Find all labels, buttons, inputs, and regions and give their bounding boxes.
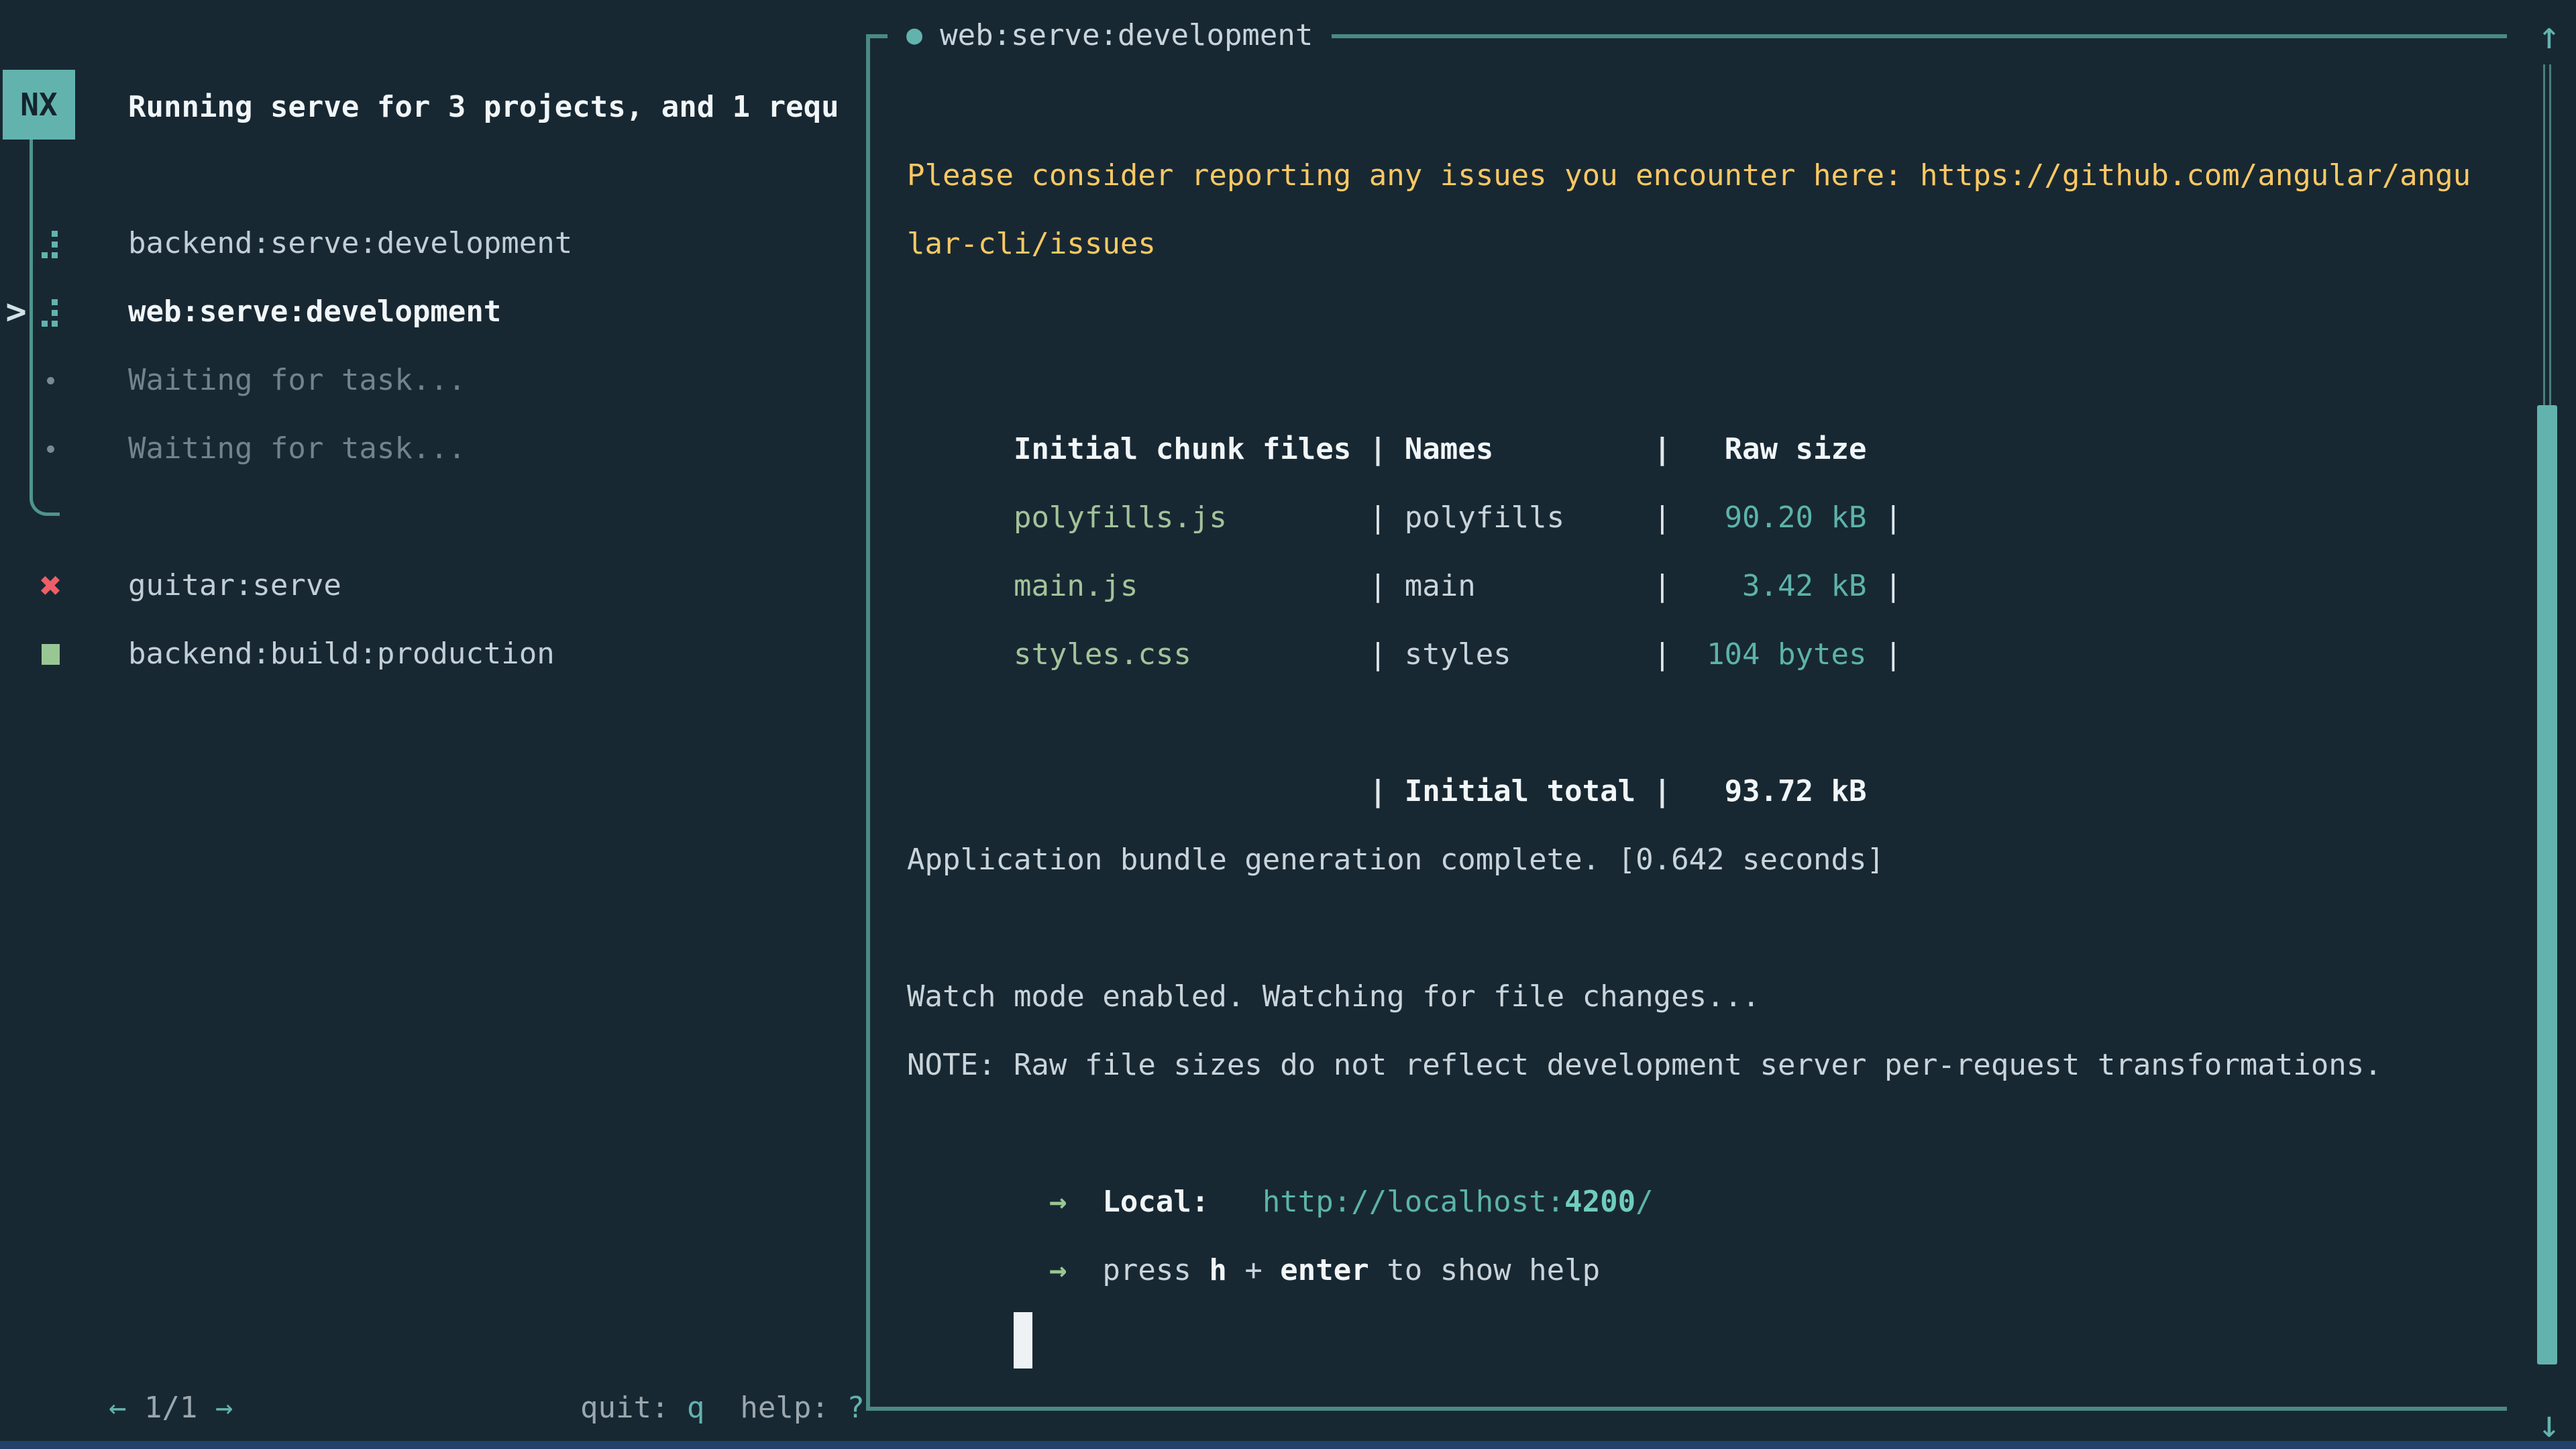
page-indicator: 1/1 bbox=[144, 1391, 197, 1425]
local-label: Local: bbox=[1102, 1185, 1209, 1219]
local-url-row: →Local:http://localhost:4200/ bbox=[907, 1099, 2504, 1168]
output-panel-title: ● web:serve:development bbox=[888, 1, 1332, 69]
column-header: Initial chunk files bbox=[1014, 415, 1369, 484]
spinner-icon bbox=[35, 209, 66, 278]
task-label: backend:build:production bbox=[128, 620, 555, 688]
chunk-size: 90.20 kB bbox=[1671, 484, 1866, 552]
task-row[interactable]: Waiting for task... bbox=[0, 346, 859, 415]
task-row[interactable]: backend:build:production bbox=[0, 620, 859, 688]
running-dot-icon: ● bbox=[906, 19, 922, 50]
chunk-name: styles bbox=[1405, 621, 1654, 689]
window-bottom-edge bbox=[0, 1441, 2576, 1449]
task-label: Waiting for task... bbox=[128, 346, 466, 415]
help-key-h: h bbox=[1209, 1253, 1227, 1287]
column-header: Raw size bbox=[1671, 415, 1866, 484]
nx-logo: NX bbox=[3, 70, 75, 140]
help-label: help: bbox=[740, 1391, 828, 1425]
nx-terminal-ui: NX Running serve for 3 projects, and 1 r… bbox=[0, 0, 2576, 1449]
failed-cross-icon: ✖ bbox=[35, 551, 66, 620]
chunk-file: main.js bbox=[1014, 552, 1369, 621]
waiting-dot-icon bbox=[35, 346, 66, 415]
quit-label: quit: bbox=[580, 1391, 669, 1425]
keyboard-hints: quit:qhelp:? bbox=[509, 1305, 865, 1374]
task-label: backend:serve:development bbox=[128, 209, 572, 278]
bundle-complete-message: Application bundle generation complete. … bbox=[907, 826, 2504, 894]
chunk-file: polyfills.js bbox=[1014, 484, 1369, 552]
prompt-arrow-icon: → bbox=[1049, 1253, 1067, 1287]
task-row[interactable]: backend:serve:development bbox=[0, 209, 859, 278]
table-header-row: Initial chunk files| Names|Raw size bbox=[907, 347, 2504, 415]
task-row[interactable]: web:serve:development bbox=[0, 278, 859, 346]
help-plus: + bbox=[1244, 1253, 1263, 1287]
note-message: NOTE: Raw file sizes do not reflect deve… bbox=[907, 1031, 2504, 1099]
help-key-enter: enter bbox=[1280, 1253, 1368, 1287]
help-hint-post: to show help bbox=[1387, 1253, 1600, 1287]
success-square-icon bbox=[35, 620, 66, 688]
help-key: ? bbox=[847, 1391, 865, 1425]
help-hint-pre: press bbox=[1102, 1253, 1191, 1287]
chunk-file: styles.css bbox=[1014, 621, 1369, 689]
chunk-name: polyfills bbox=[1405, 484, 1654, 552]
task-row[interactable]: ✖ guitar:serve bbox=[0, 551, 859, 620]
prompt-arrow-icon: → bbox=[1049, 1185, 1067, 1219]
page-title: Running serve for 3 projects, and 1 requ bbox=[128, 73, 856, 142]
scroll-up-arrow-icon[interactable]: ↑ bbox=[2529, 5, 2569, 66]
waiting-dot-icon bbox=[35, 415, 66, 483]
task-row[interactable]: Waiting for task... bbox=[0, 415, 859, 483]
issue-report-notice: Please consider reporting any issues you… bbox=[907, 142, 2471, 278]
column-header: Names bbox=[1405, 415, 1654, 484]
total-label: Initial total bbox=[1405, 757, 1654, 826]
pagination: ←1/1→ bbox=[38, 1305, 233, 1374]
terminal-output: Please consider reporting any issues you… bbox=[907, 142, 2504, 1305]
terminal-cursor bbox=[1014, 1312, 1032, 1368]
total-size: 93.72 kB bbox=[1671, 757, 1866, 826]
task-label: web:serve:development bbox=[128, 278, 501, 346]
spinner-icon bbox=[35, 278, 66, 346]
task-label: Waiting for task... bbox=[128, 415, 466, 483]
table-total-row: | Initial total|93.72 kB bbox=[907, 689, 2504, 757]
scrollbar-track[interactable] bbox=[2543, 64, 2545, 405]
page-prev-arrow-icon[interactable]: ← bbox=[109, 1391, 127, 1425]
scrollbar-thumb[interactable] bbox=[2537, 405, 2557, 1364]
chunk-name: main bbox=[1405, 552, 1654, 621]
scrollbar-track[interactable] bbox=[2549, 64, 2551, 405]
task-label: guitar:serve bbox=[128, 551, 341, 620]
chunk-size: 104 bytes bbox=[1671, 621, 1866, 689]
chunk-size: 3.42 kB bbox=[1671, 552, 1866, 621]
local-url-link[interactable]: http://localhost:4200/ bbox=[1263, 1185, 1654, 1219]
output-panel-title-text: web:serve:development bbox=[940, 18, 1313, 52]
watch-mode-message: Watch mode enabled. Watching for file ch… bbox=[907, 963, 2504, 1031]
page-next-arrow-icon[interactable]: → bbox=[215, 1391, 233, 1425]
quit-key: q bbox=[687, 1391, 705, 1425]
